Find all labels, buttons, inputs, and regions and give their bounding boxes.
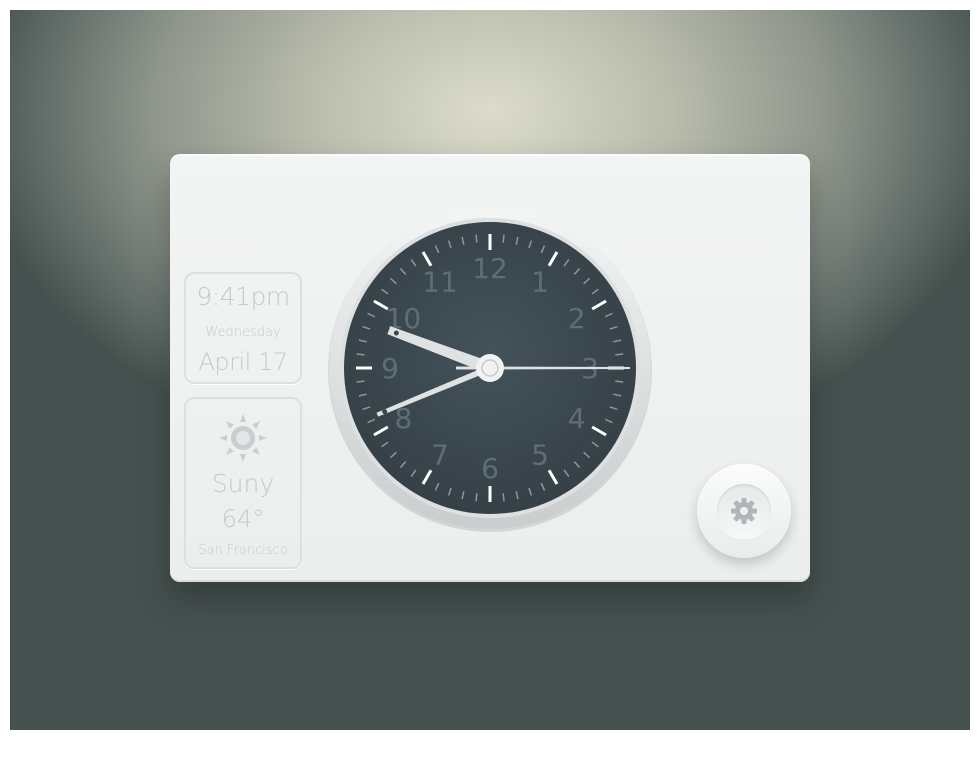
clock-numeral: 6 <box>481 452 499 485</box>
minor-tick <box>502 493 505 502</box>
clock-numeral: 5 <box>531 439 549 472</box>
minor-tick <box>475 493 478 502</box>
clock-numeral: 7 <box>431 439 449 472</box>
clock-numeral: 1 <box>531 265 549 298</box>
settings-button-face[interactable] <box>717 484 771 538</box>
clock-numeral: 11 <box>422 265 458 298</box>
clock-numeral: 9 <box>381 352 399 385</box>
sun-icon <box>219 414 267 462</box>
digital-time: 9:41pm <box>196 282 290 311</box>
weekday-label: Wednesday <box>205 325 281 340</box>
minor-tick <box>356 380 365 383</box>
weather-card: Suny 64° San Francisco <box>184 397 302 569</box>
clock-numeral: 12 <box>472 252 508 285</box>
city-label: San Francisco <box>198 543 288 558</box>
settings-button[interactable] <box>697 464 791 558</box>
weather-condition: Suny <box>211 469 275 498</box>
clock-numeral: 4 <box>568 402 586 435</box>
clock-numeral: 2 <box>568 302 586 335</box>
temperature: 64° <box>221 505 265 533</box>
gear-icon <box>731 498 757 524</box>
minor-tick <box>475 234 478 243</box>
minor-tick <box>356 353 365 356</box>
minor-tick <box>502 234 505 243</box>
center-cap <box>476 354 504 382</box>
minor-tick <box>615 353 624 356</box>
analog-clock: 12 1234567891011 <box>328 207 652 532</box>
date-label: April 17 <box>198 348 288 376</box>
minor-tick <box>615 380 624 383</box>
time-card: 9:41pm Wednesday April 17 <box>184 272 302 384</box>
